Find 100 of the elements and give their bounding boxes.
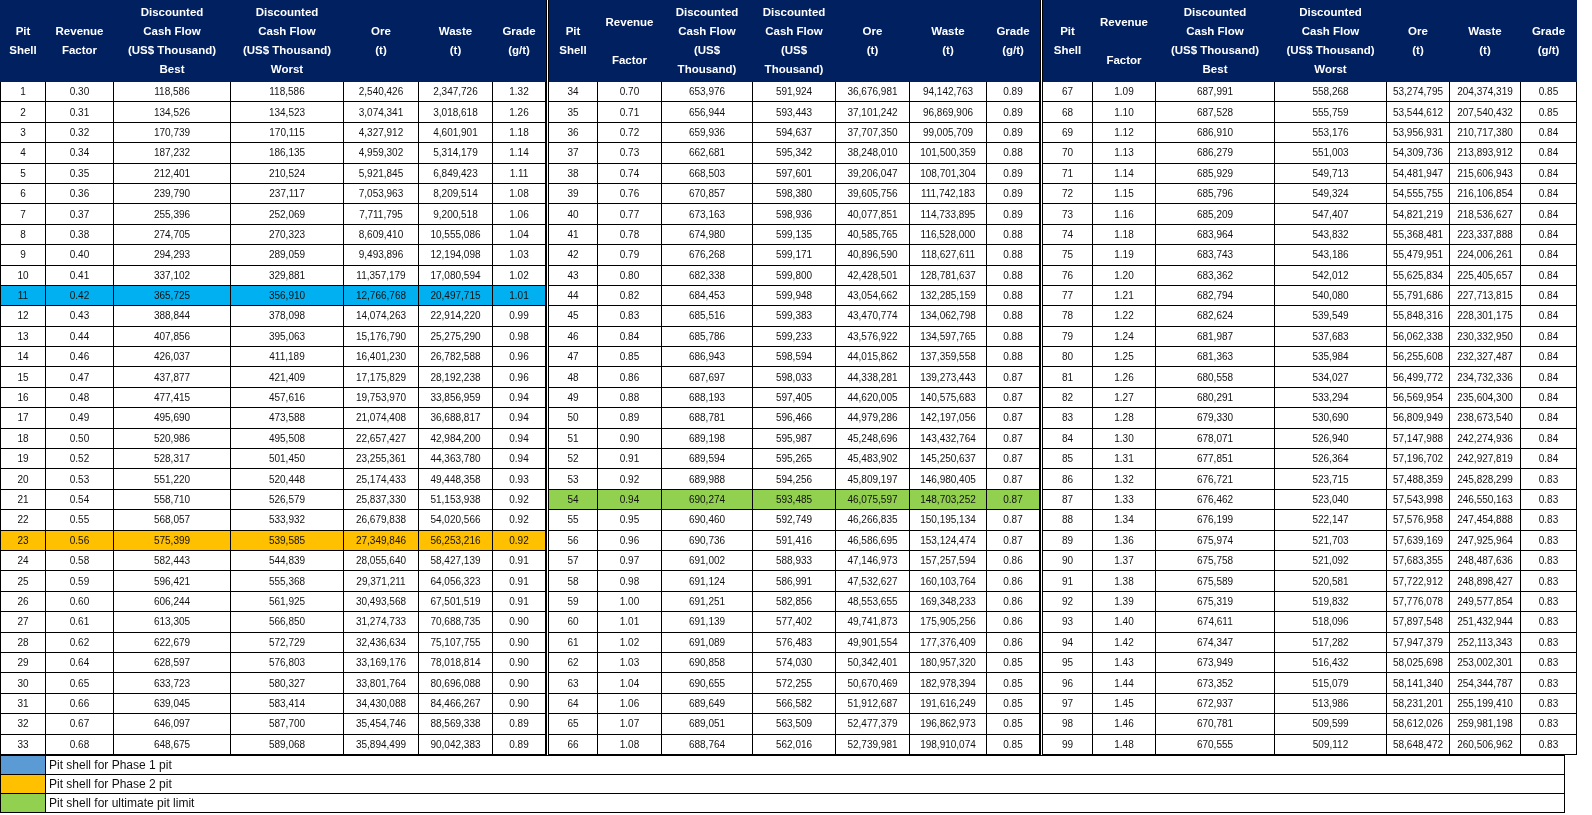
- table-cell: 196,862,973: [909, 713, 987, 734]
- table-cell: 66: [547, 734, 598, 755]
- table-cell: 47,146,973: [835, 550, 910, 571]
- table-cell: 22,914,220: [418, 305, 493, 327]
- table-cell: 5,314,179: [418, 142, 493, 164]
- column-header: Ore (t): [343, 0, 419, 82]
- table-cell: 0.60: [45, 591, 114, 612]
- table-cell: 0.50: [45, 428, 114, 449]
- table-cell: 132,285,159: [909, 285, 987, 306]
- table-cell: 337,102: [113, 265, 231, 286]
- table-cell: 0.89: [986, 101, 1040, 123]
- table-cell: 57,776,078: [1386, 591, 1450, 612]
- table-cell: 1.26: [492, 101, 546, 123]
- table-cell: 3,018,618: [418, 101, 493, 123]
- table-cell: 682,338: [661, 265, 753, 286]
- table-cell: 134,062,798: [909, 305, 987, 327]
- table-cell: 225,405,657: [1449, 265, 1521, 286]
- table-cell: 1.14: [492, 142, 546, 164]
- table-cell: 32,436,634: [343, 632, 419, 653]
- table-cell: 411,189: [230, 346, 344, 367]
- table-cell: 68: [1041, 101, 1093, 123]
- table-cell: 191,616,249: [909, 693, 987, 714]
- table-cell: 0.83: [1520, 509, 1577, 531]
- table-cell: 680,558: [1155, 366, 1275, 388]
- legend-label: Pit shell for Phase 1 pit: [45, 755, 1565, 775]
- table-cell: 134,526: [113, 101, 231, 123]
- table-cell: 1.24: [1092, 326, 1156, 347]
- table-cell: 691,089: [661, 632, 753, 653]
- table-cell: 0.91: [492, 570, 546, 592]
- table-cell: 29,371,211: [343, 570, 419, 592]
- table-cell: 67,501,519: [418, 591, 493, 612]
- table-cell: 526,940: [1274, 428, 1387, 449]
- table-cell: 33,169,176: [343, 652, 419, 673]
- table-cell: 1.45: [1092, 693, 1156, 714]
- table-cell: 207,540,432: [1449, 101, 1521, 123]
- table-cell: 88,569,338: [418, 713, 493, 734]
- table-cell: 81: [1041, 366, 1093, 388]
- table-cell: 0.85: [1520, 101, 1577, 123]
- table-cell: 0.83: [1520, 652, 1577, 673]
- table-cell: 90,042,383: [418, 734, 493, 755]
- table-cell: 681,363: [1155, 346, 1275, 367]
- table-cell: 289,059: [230, 244, 344, 265]
- table-cell: 1.19: [1092, 244, 1156, 265]
- table-cell: 45,483,902: [835, 448, 910, 469]
- table-cell: 33: [0, 734, 46, 755]
- table-cell: 0.85: [986, 672, 1040, 694]
- table-cell: 540,080: [1274, 285, 1387, 306]
- table-cell: 17,175,829: [343, 366, 419, 388]
- table-cell: 589,068: [230, 734, 344, 755]
- table-cell: 0.90: [492, 693, 546, 714]
- table-cell: 542,012: [1274, 265, 1387, 286]
- table-cell: 23: [0, 530, 46, 551]
- table-cell: 95: [1041, 652, 1093, 673]
- table-cell: 1.25: [1092, 346, 1156, 367]
- table-cell: 686,910: [1155, 122, 1275, 143]
- column-header: Revenue Factor: [597, 0, 662, 82]
- table-cell: 675,974: [1155, 530, 1275, 551]
- table-cell: 628,597: [113, 652, 231, 673]
- table-cell: 0.94: [492, 428, 546, 449]
- table-cell: 249,577,854: [1449, 591, 1521, 612]
- table-cell: 44,363,780: [418, 448, 493, 469]
- table-cell: 691,139: [661, 611, 753, 633]
- table-cell: 0.94: [492, 448, 546, 469]
- table-cell: 0.86: [986, 591, 1040, 612]
- table-cell: 0.93: [492, 468, 546, 490]
- table-cell: 70: [1041, 142, 1093, 164]
- table-cell: 0.88: [986, 142, 1040, 164]
- table-cell: 45,809,197: [835, 468, 910, 490]
- table-cell: 0.84: [1520, 428, 1577, 449]
- table-cell: 8: [0, 224, 46, 245]
- table-cell: 254,344,787: [1449, 672, 1521, 694]
- table-cell: 232,327,487: [1449, 346, 1521, 367]
- table-cell: 16,401,230: [343, 346, 419, 367]
- table-cell: 57,897,548: [1386, 611, 1450, 633]
- table-cell: 1.21: [1092, 285, 1156, 306]
- table-cell: 94,142,763: [909, 81, 987, 102]
- table-cell: 57,147,988: [1386, 428, 1450, 449]
- table-cell: 572,255: [752, 672, 836, 694]
- table-cell: 0.64: [45, 652, 114, 673]
- table-cell: 688,781: [661, 407, 753, 429]
- table-cell: 0.76: [597, 183, 662, 204]
- table-cell: 56,499,772: [1386, 366, 1450, 388]
- table-cell: 218,536,627: [1449, 203, 1521, 225]
- table-cell: 0.84: [1520, 244, 1577, 265]
- column-header: Discounted Cash Flow (US$ Thousand) Worst: [1274, 0, 1387, 82]
- table-cell: 656,944: [661, 101, 753, 123]
- table-cell: 39,206,047: [835, 163, 910, 184]
- table-cell: 46,075,597: [835, 489, 910, 510]
- table-cell: 0.84: [1520, 163, 1577, 184]
- table-cell: 182,978,394: [909, 672, 987, 694]
- table-cell: 50: [547, 407, 598, 429]
- table-cell: 1.30: [1092, 428, 1156, 449]
- table-cell: 23,255,361: [343, 448, 419, 469]
- table-cell: 49,448,358: [418, 468, 493, 490]
- table-cell: 36: [547, 122, 598, 143]
- table-cell: 0.88: [986, 285, 1040, 306]
- table-cell: 535,984: [1274, 346, 1387, 367]
- table-cell: 79: [1041, 326, 1093, 347]
- table-cell: 0.71: [597, 101, 662, 123]
- table-cell: 1.40: [1092, 611, 1156, 633]
